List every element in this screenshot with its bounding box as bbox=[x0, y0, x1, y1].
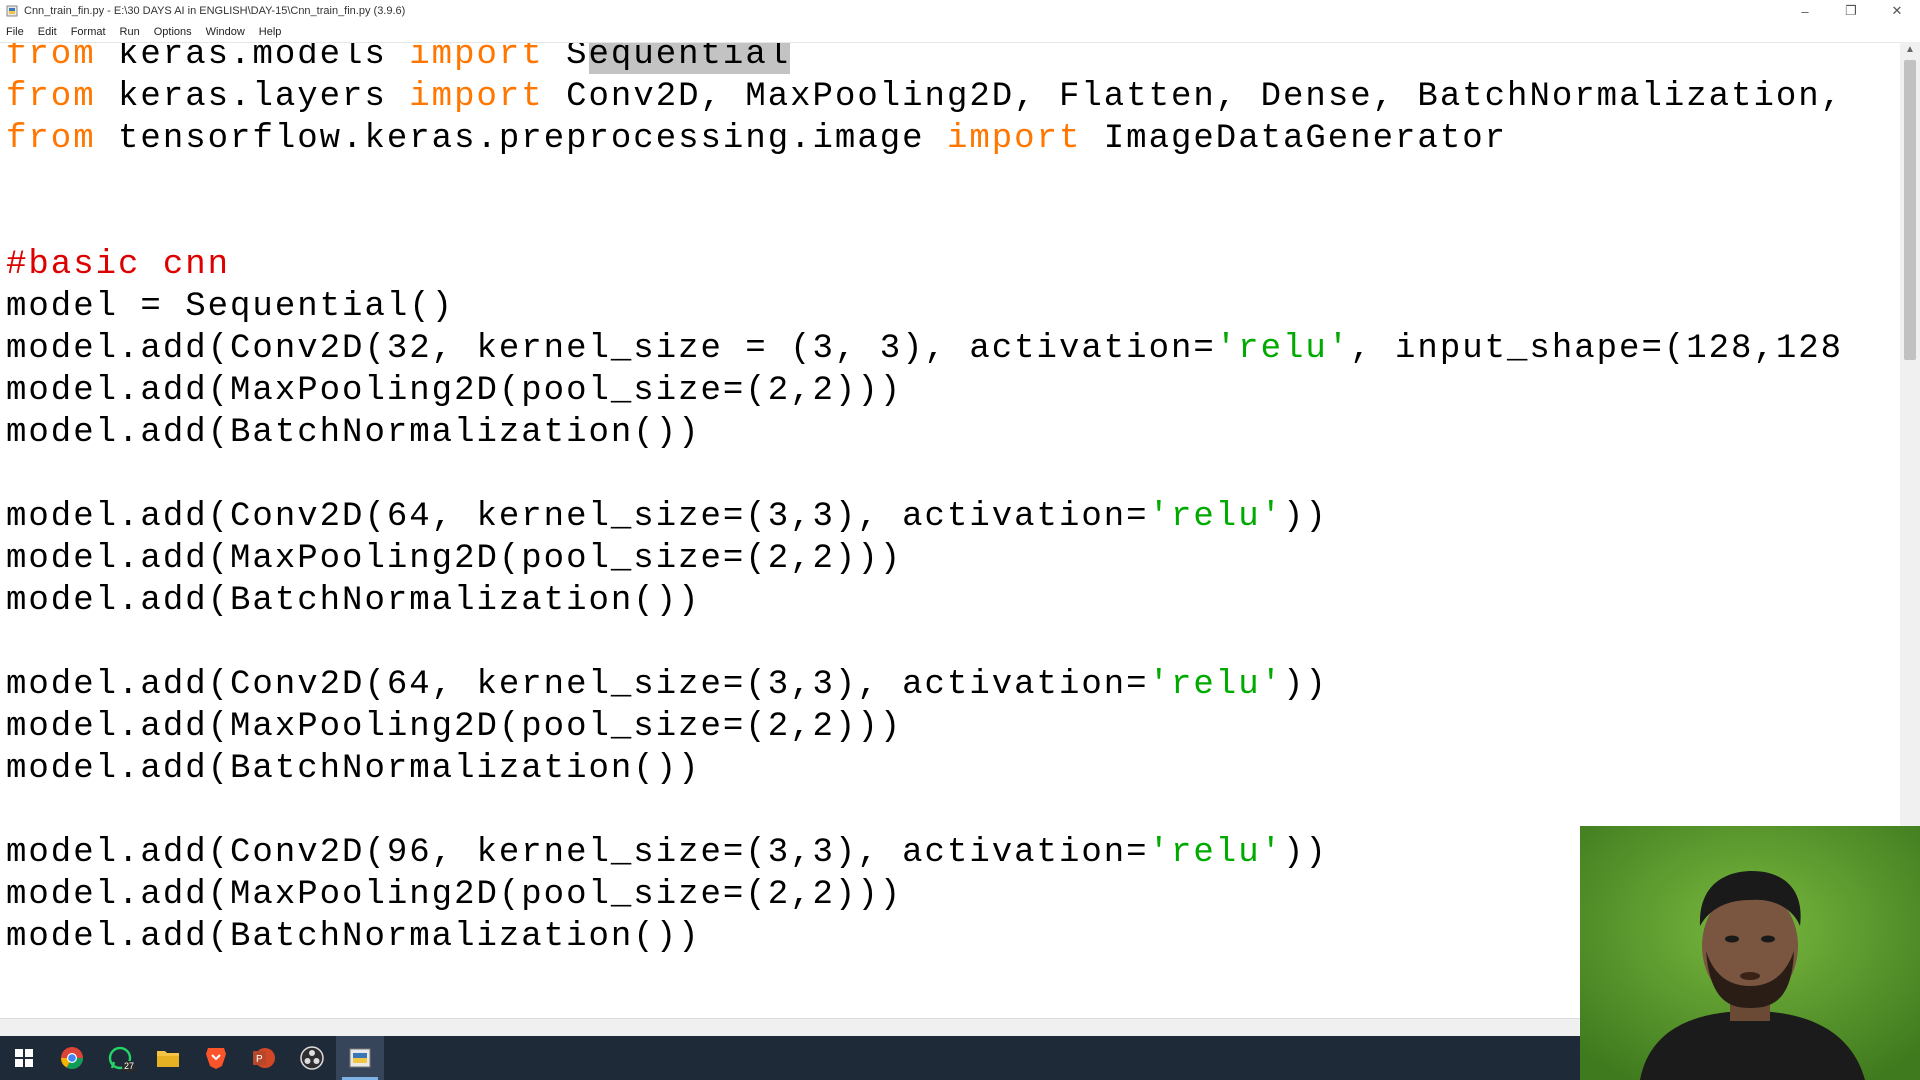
code-token: model.add(Conv2D(32, kernel_size = (3, 3… bbox=[6, 330, 1216, 368]
start-button[interactable] bbox=[0, 1036, 48, 1080]
code-line[interactable]: model.add(Conv2D(32, kernel_size = (3, 3… bbox=[6, 328, 1843, 370]
keyword-token: from bbox=[6, 78, 96, 116]
code-line[interactable]: model.add(BatchNormalization()) bbox=[6, 748, 701, 790]
keyword-token: import bbox=[409, 42, 544, 74]
code-token: , input_shape=(128,128 bbox=[1350, 330, 1844, 368]
keyword-token: import bbox=[946, 120, 1082, 158]
obs-icon bbox=[300, 1046, 324, 1070]
windows-icon bbox=[15, 1049, 33, 1067]
code-line[interactable]: model.add(MaxPooling2D(pool_size=(2,2))) bbox=[6, 874, 902, 916]
svg-text:P: P bbox=[256, 1054, 263, 1065]
code-token: model.add(BatchNormalization()) bbox=[6, 750, 701, 788]
code-line[interactable]: model.add(Conv2D(64, kernel_size=(3,3), … bbox=[6, 496, 1328, 538]
code-token: )) bbox=[1283, 498, 1328, 536]
taskbar-brave[interactable] bbox=[192, 1036, 240, 1080]
code-line[interactable]: model.add(MaxPooling2D(pool_size=(2,2))) bbox=[6, 370, 902, 412]
menu-format[interactable]: Format bbox=[71, 26, 106, 38]
code-token: model.add(BatchNormalization()) bbox=[6, 414, 701, 452]
scroll-up-arrow-icon[interactable]: ▲ bbox=[1900, 44, 1920, 58]
code-line[interactable]: model.add(MaxPooling2D(pool_size=(2,2))) bbox=[6, 706, 902, 748]
python-file-icon bbox=[6, 5, 18, 17]
vertical-scroll-thumb[interactable] bbox=[1904, 60, 1916, 360]
chrome-icon bbox=[61, 1047, 83, 1069]
keyword-token: from bbox=[6, 120, 96, 158]
code-line[interactable]: #basic cnn bbox=[6, 244, 230, 286]
menu-window[interactable]: Window bbox=[206, 26, 245, 38]
code-line[interactable]: model.add(BatchNormalization()) bbox=[6, 412, 701, 454]
code-token: model.add(Conv2D(64, kernel_size=(3,3), … bbox=[6, 666, 1149, 704]
window-title: Cnn_train_fin.py - E:\30 DAYS AI in ENGL… bbox=[24, 5, 406, 17]
comment-token: #basic cnn bbox=[6, 246, 231, 284]
notification-badge: 27 bbox=[121, 1061, 136, 1072]
keyword-token: import bbox=[409, 78, 544, 116]
code-line[interactable]: from keras.layers import Conv2D, MaxPool… bbox=[6, 76, 1843, 118]
code-token: model.add(Conv2D(64, kernel_size=(3,3), … bbox=[6, 498, 1149, 536]
menu-edit[interactable]: Edit bbox=[38, 26, 57, 38]
python-idle-icon bbox=[349, 1048, 371, 1068]
menu-help[interactable]: Help bbox=[259, 26, 282, 38]
string-token: 'relu' bbox=[1148, 666, 1283, 704]
code-token: model.add(Conv2D(96, kernel_size=(3,3), … bbox=[6, 834, 1149, 872]
menu-bar: File Edit Format Run Options Window Help bbox=[0, 22, 1920, 42]
taskbar-whatsapp[interactable]: 27 bbox=[96, 1036, 144, 1080]
menu-run[interactable]: Run bbox=[120, 26, 140, 38]
code-line[interactable]: model = Sequential() bbox=[6, 286, 454, 328]
string-token: 'relu' bbox=[1215, 330, 1351, 368]
title-bar: Cnn_train_fin.py - E:\30 DAYS AI in ENGL… bbox=[0, 0, 1920, 22]
string-token: 'relu' bbox=[1148, 498, 1283, 536]
minimize-button[interactable]: – bbox=[1782, 0, 1828, 22]
menu-options[interactable]: Options bbox=[154, 26, 192, 38]
taskbar-idle[interactable] bbox=[336, 1036, 384, 1080]
code-line[interactable]: model.add(Conv2D(96, kernel_size=(3,3), … bbox=[6, 832, 1328, 874]
string-token: 'relu' bbox=[1148, 834, 1283, 872]
presenter-video-image bbox=[1580, 826, 1920, 1080]
code-token: )) bbox=[1283, 666, 1328, 704]
code-token: model.add(MaxPooling2D(pool_size=(2,2))) bbox=[6, 372, 903, 410]
code-token: model.add(BatchNormalization()) bbox=[6, 918, 701, 956]
taskbar-file-explorer[interactable] bbox=[144, 1036, 192, 1080]
taskbar-powerpoint[interactable]: P bbox=[240, 1036, 288, 1080]
code-line[interactable]: from tensorflow.keras.preprocessing.imag… bbox=[6, 118, 1507, 160]
code-line[interactable]: model.add(Conv2D(64, kernel_size=(3,3), … bbox=[6, 664, 1328, 706]
code-token: model.add(BatchNormalization()) bbox=[6, 582, 701, 620]
code-line[interactable]: model.add(BatchNormalization()) bbox=[6, 580, 701, 622]
powerpoint-icon: P bbox=[253, 1048, 275, 1068]
code-line[interactable]: model.add(MaxPooling2D(pool_size=(2,2))) bbox=[6, 538, 902, 580]
keyword-token: from bbox=[6, 42, 96, 74]
code-token: ImageDataGenerator bbox=[1081, 120, 1508, 158]
restore-button[interactable]: ❐ bbox=[1828, 0, 1874, 22]
code-token: model.add(MaxPooling2D(pool_size=(2,2))) bbox=[6, 708, 903, 746]
taskbar-obs[interactable] bbox=[288, 1036, 336, 1080]
brave-icon bbox=[206, 1048, 226, 1069]
taskbar-chrome[interactable] bbox=[48, 1036, 96, 1080]
code-token: model.add(MaxPooling2D(pool_size=(2,2))) bbox=[6, 540, 903, 578]
code-token: keras.layers bbox=[95, 78, 410, 116]
close-button[interactable]: ✕ bbox=[1874, 0, 1920, 22]
code-token: Conv2D, MaxPooling2D, Flatten, Dense, Ba… bbox=[543, 78, 1844, 116]
code-token: S bbox=[543, 42, 589, 74]
code-token: model = Sequential() bbox=[6, 288, 455, 326]
selected-text: equential bbox=[588, 43, 791, 74]
folder-icon bbox=[157, 1051, 179, 1067]
code-line[interactable]: from keras.models import Sequential bbox=[6, 42, 791, 76]
code-line[interactable]: model.add(BatchNormalization()) bbox=[6, 916, 701, 958]
code-token: )) bbox=[1283, 834, 1328, 872]
code-token: keras.models bbox=[95, 42, 410, 74]
horizontal-scrollbar[interactable] bbox=[0, 1018, 1580, 1037]
menu-file[interactable]: File bbox=[6, 26, 24, 38]
webcam-overlay bbox=[1580, 826, 1920, 1080]
code-token: model.add(MaxPooling2D(pool_size=(2,2))) bbox=[6, 876, 903, 914]
code-token: tensorflow.keras.preprocessing.image bbox=[95, 120, 947, 158]
